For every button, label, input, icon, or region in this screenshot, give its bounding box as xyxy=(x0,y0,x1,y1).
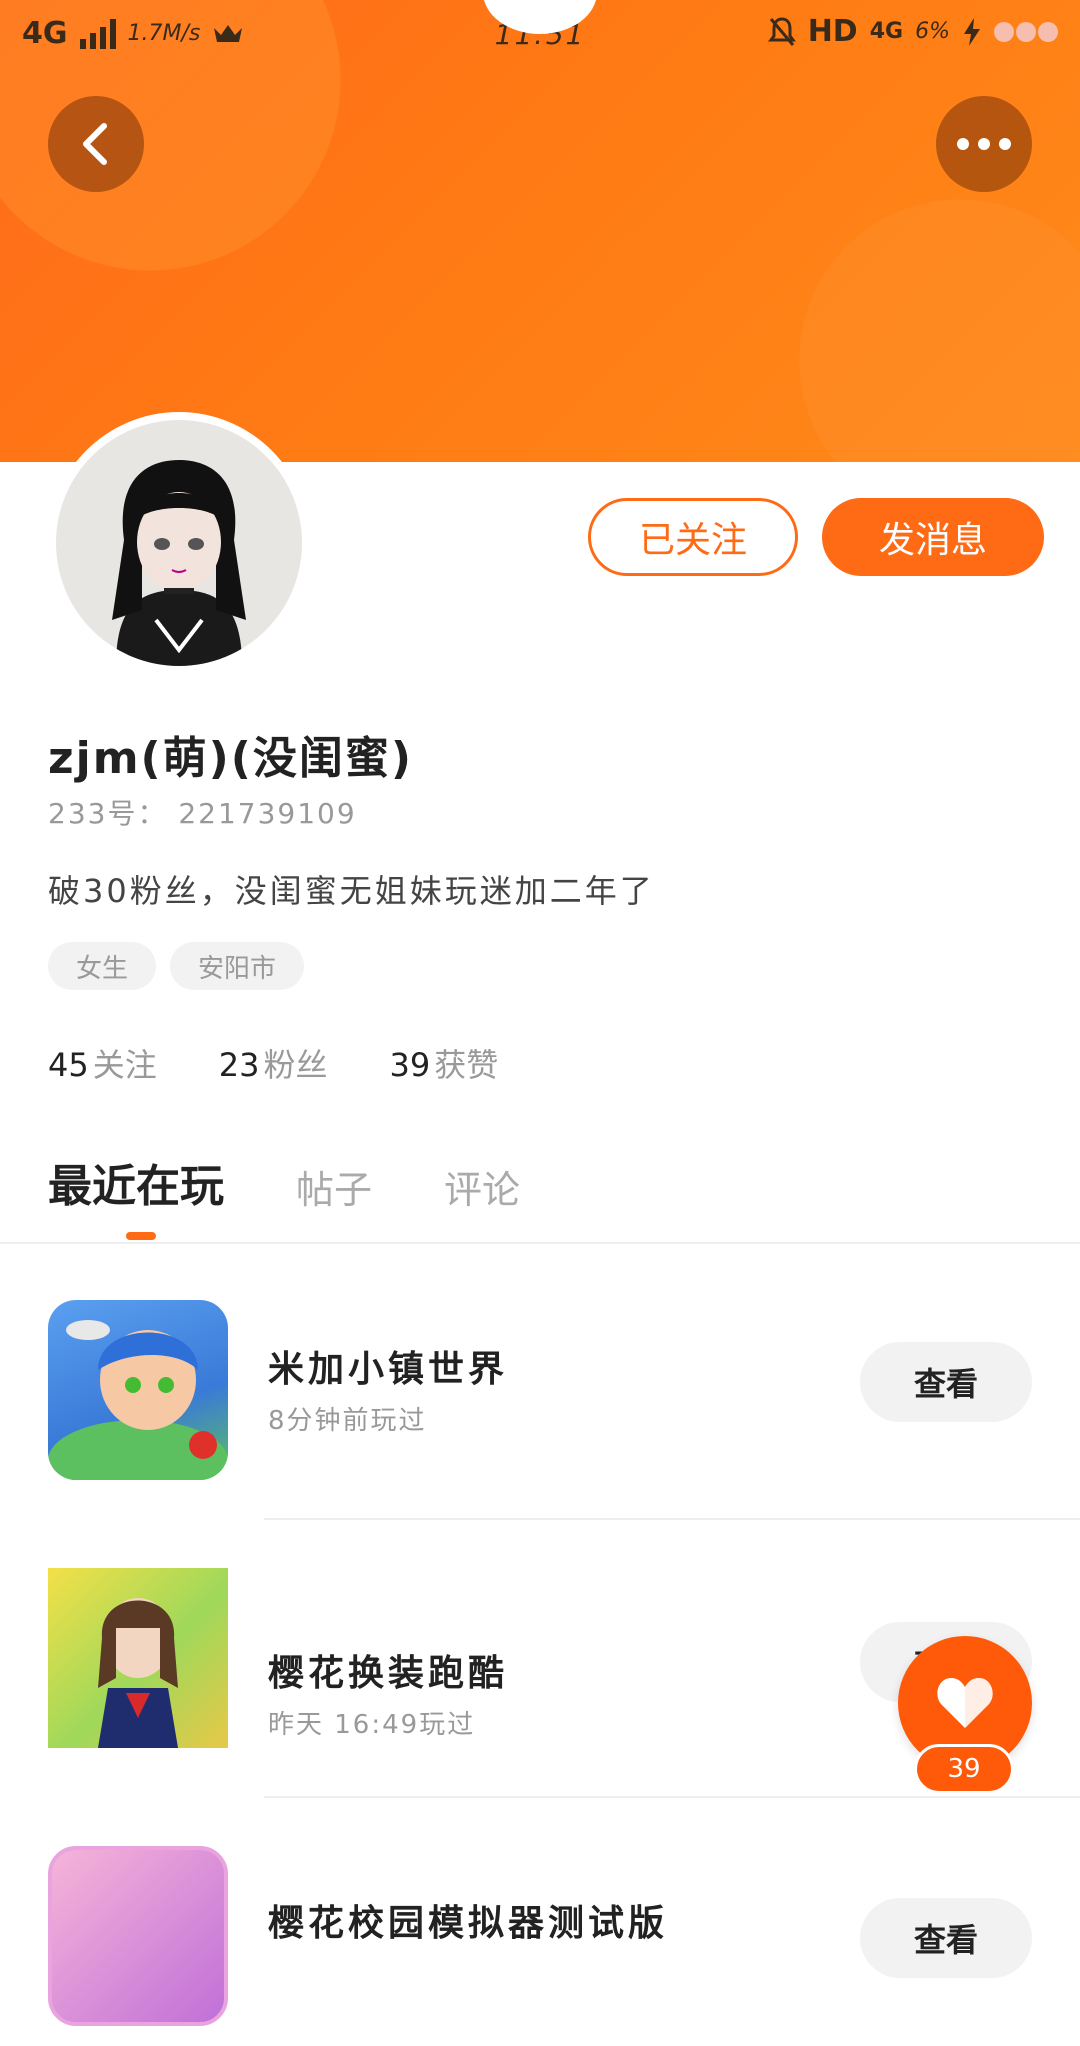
tag-gender: 女生 xyxy=(48,942,157,990)
like-count: 39 xyxy=(914,1744,1014,1794)
bio: 破30粉丝，没闺蜜无姐妹玩迷加二年了 xyxy=(48,872,655,910)
tab-recently-played[interactable]: 最近在玩 xyxy=(48,1150,224,1214)
send-message-button[interactable]: 发消息 xyxy=(822,498,1044,576)
played-time: 8分钟前玩过 xyxy=(268,1406,427,1436)
stat-label: 关注 xyxy=(92,1046,157,1084)
row-divider xyxy=(264,1518,1080,1520)
game-title: 樱花换装跑酷 xyxy=(268,1653,509,1694)
stat-followers[interactable]: 23 粉丝 xyxy=(219,1040,328,1086)
heart-icon xyxy=(937,1678,993,1728)
view-button[interactable]: 查看 xyxy=(860,1898,1032,1978)
avatar[interactable] xyxy=(48,412,310,674)
more-icon xyxy=(957,138,1011,150)
profile-tags: 女生 安阳市 xyxy=(48,942,305,990)
game-icon-toca xyxy=(48,1300,228,1480)
network-type-right: 4G xyxy=(869,19,904,44)
mute-bell-icon xyxy=(767,16,796,46)
battery-percent: 6% xyxy=(915,19,950,44)
stat-likes[interactable]: 39 获赞 xyxy=(389,1040,498,1086)
played-time: 昨天 16:49玩过 xyxy=(268,1710,476,1740)
list-item[interactable]: 米加小镇世界 8分钟前玩过 查看 xyxy=(0,1300,1080,1500)
user-id[interactable]: 233号： 221739109 xyxy=(48,792,357,832)
stat-label: 粉丝 xyxy=(263,1046,328,1084)
battery-flower-icon xyxy=(994,21,1058,42)
profile-tabs: 最近在玩 帖子 评论 xyxy=(48,1150,520,1214)
view-button[interactable]: 查看 xyxy=(860,1342,1032,1422)
stats-row: 45 关注 23 粉丝 39 获赞 xyxy=(48,1040,498,1086)
game-icon-sakura-parkour xyxy=(48,1568,228,1748)
stat-following[interactable]: 45 关注 xyxy=(48,1040,157,1086)
row-divider xyxy=(264,1796,1080,1798)
game-title: 米加小镇世界 xyxy=(268,1349,509,1390)
tabs-divider xyxy=(0,1242,1080,1244)
game-title: 樱花校园模拟器测试版 xyxy=(268,1903,669,1944)
tag-city: 安阳市 xyxy=(170,942,305,990)
stat-number: 45 xyxy=(48,1046,89,1084)
chevron-left-icon xyxy=(83,123,107,165)
back-button[interactable] xyxy=(48,96,144,192)
stat-number: 39 xyxy=(389,1046,431,1084)
tab-comments[interactable]: 评论 xyxy=(444,1159,520,1214)
following-button[interactable]: 已关注 xyxy=(588,498,798,576)
stat-label: 获赞 xyxy=(434,1046,499,1084)
game-icon-sakura-school xyxy=(48,1846,228,2026)
charging-icon xyxy=(964,17,980,46)
tab-indicator xyxy=(126,1232,156,1240)
stat-number: 23 xyxy=(218,1046,260,1084)
hd-indicator: HD xyxy=(807,14,858,49)
list-item[interactable]: 樱花校园模拟器测试版 查看 xyxy=(0,1846,1080,2046)
username: zjm(萌)(没闺蜜) xyxy=(48,733,413,784)
avatar-image xyxy=(56,420,302,666)
tab-posts[interactable]: 帖子 xyxy=(296,1159,372,1214)
more-button[interactable] xyxy=(936,96,1032,192)
